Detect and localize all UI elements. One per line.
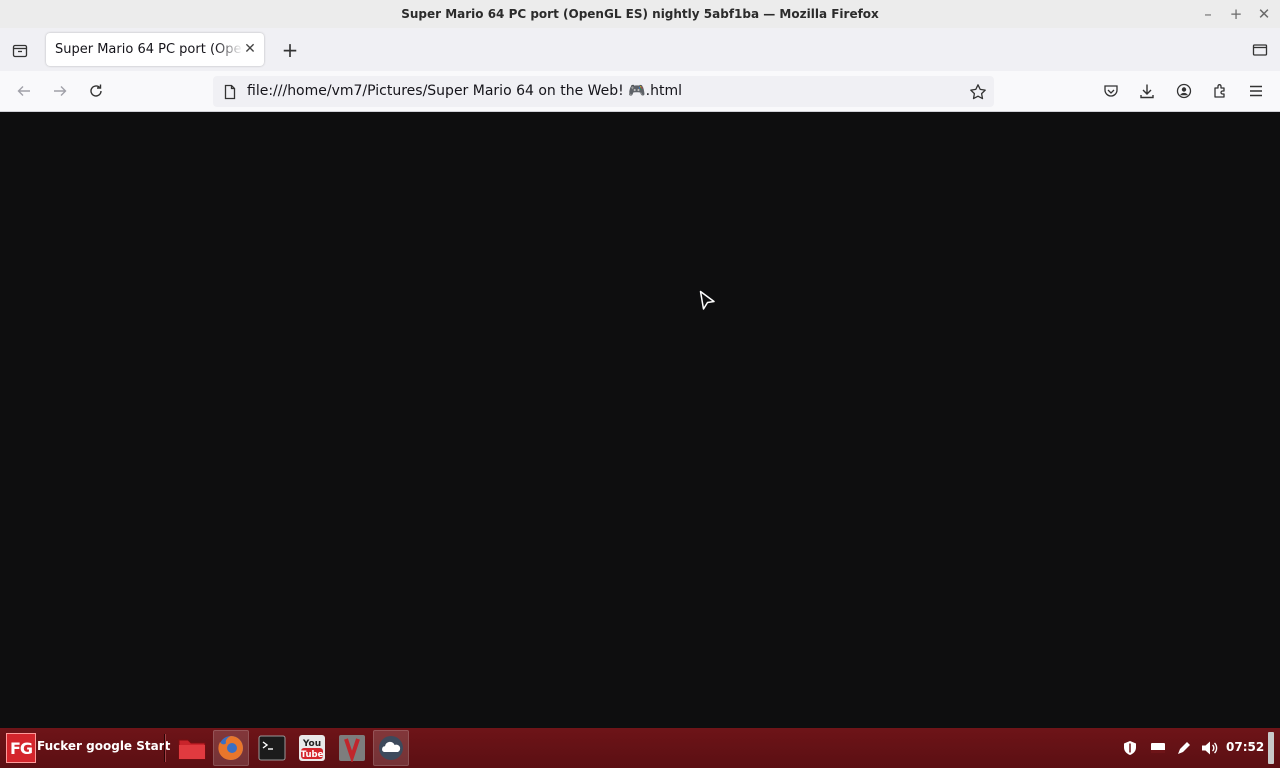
menu-icon[interactable] [1244,79,1268,103]
bookmark-star-icon[interactable] [968,82,988,102]
tab-strip: Super Mario 64 PC port (OpenGL ES) night… [0,28,1280,71]
taskbar-separator [164,734,166,762]
pen-icon[interactable] [1172,736,1196,760]
forward-icon[interactable] [48,79,72,103]
tab-list-icon[interactable] [8,38,32,62]
address-bar[interactable]: file:///home/vm7/Pictures/Super Mario 64… [213,76,994,107]
new-tab-icon[interactable]: + [278,38,302,62]
account-icon[interactable] [1172,79,1196,103]
window-title: Super Mario 64 PC port (OpenGL ES) night… [401,7,879,21]
tab-active[interactable]: Super Mario 64 PC port (OpenGL ES) night… [46,33,264,66]
page-icon [222,84,238,100]
minimize-icon[interactable]: – [1194,0,1222,28]
start-button-label[interactable]: Fucker google Start [37,739,170,753]
shield-icon[interactable] [1118,736,1142,760]
vivaldi-icon[interactable] [334,730,370,766]
maximize-icon[interactable]: + [1222,0,1250,28]
youtube-text-top: You [302,739,321,749]
clock[interactable]: 07:52 [1226,740,1264,754]
youtube-icon[interactable]: You Tube [294,730,330,766]
show-desktop-button[interactable] [1268,732,1274,764]
page-content[interactable] [0,113,1280,728]
firefox-icon[interactable] [213,730,249,766]
files-icon[interactable] [174,730,210,766]
downloads-icon[interactable] [1135,79,1159,103]
window-titlebar[interactable]: Super Mario 64 PC port (OpenGL ES) night… [0,0,1280,28]
display-icon[interactable] [1146,736,1170,760]
cloud-icon[interactable] [373,730,409,766]
back-icon[interactable] [12,79,36,103]
reload-icon[interactable] [84,79,108,103]
volume-icon[interactable] [1198,736,1222,760]
mouse-pointer-icon [699,290,717,316]
tab-title: Super Mario 64 PC port (OpenGL ES) night… [55,42,243,57]
navigation-toolbar: file:///home/vm7/Pictures/Super Mario 64… [0,71,1280,112]
terminal-icon[interactable] [254,730,290,766]
close-icon[interactable]: ✕ [1250,0,1278,28]
window-controls: – + ✕ [1194,0,1278,28]
tab-close-icon[interactable]: ✕ [242,41,258,57]
start-logo[interactable]: FG [6,733,36,763]
pocket-icon[interactable] [1099,79,1123,103]
screen: Super Mario 64 PC port (OpenGL ES) night… [0,0,1280,768]
url-text[interactable]: file:///home/vm7/Pictures/Super Mario 64… [247,83,682,99]
youtube-text-bottom: Tube [301,750,324,760]
firefox-view-icon[interactable] [1250,40,1270,60]
extensions-icon[interactable] [1208,79,1232,103]
taskbar: FG Fucker google Start You Tube 07:52 [0,728,1280,768]
